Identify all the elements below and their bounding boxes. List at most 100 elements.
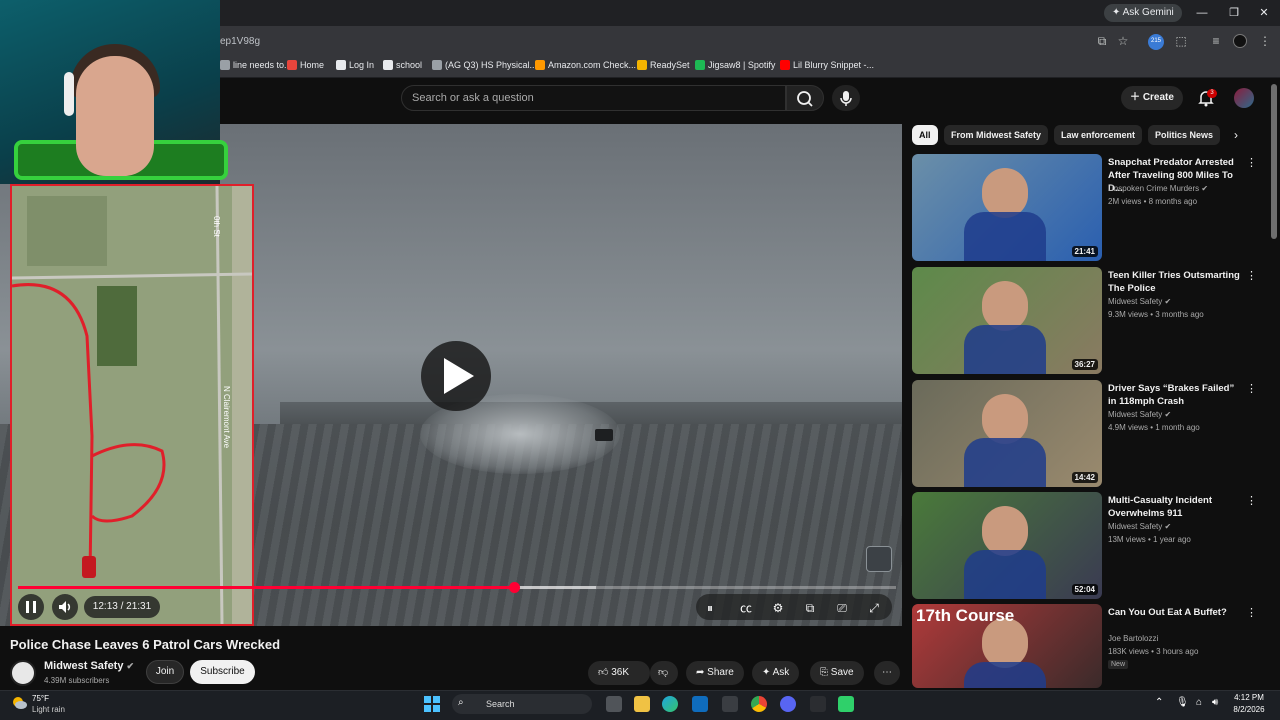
profile-icon[interactable] bbox=[1233, 34, 1247, 48]
file-explorer-icon[interactable] bbox=[634, 696, 650, 712]
sparkle-icon: ✦ bbox=[762, 667, 773, 678]
video-card-channel[interactable]: Midwest Safety ✔ bbox=[1108, 522, 1171, 531]
media-control-icon[interactable]: ≡ bbox=[1209, 34, 1223, 48]
video-card-channel-text: Unspoken Crime Murders bbox=[1108, 184, 1200, 193]
taskbar-clock[interactable]: 4:12 PM bbox=[1225, 693, 1273, 702]
share-button[interactable]: ➦ Share bbox=[686, 661, 744, 685]
save-label: Save bbox=[830, 667, 854, 678]
filter-chip[interactable]: From Midwest Safety bbox=[944, 125, 1049, 145]
obs-icon[interactable] bbox=[838, 696, 854, 712]
bookmark-item[interactable]: Home bbox=[287, 60, 324, 70]
channel-watermark-icon[interactable] bbox=[866, 546, 892, 572]
more-options-icon[interactable]: ⋮ bbox=[1246, 494, 1257, 508]
ask-button[interactable]: ✦ Ask bbox=[752, 661, 800, 685]
bookmark-item[interactable]: school bbox=[383, 60, 422, 70]
video-card-channel-text: Midwest Safety bbox=[1108, 522, 1163, 531]
microphone-tray-icon[interactable]: 🎙︎ bbox=[1176, 697, 1189, 708]
video-card-channel[interactable]: Midwest Safety ✔ bbox=[1108, 410, 1171, 419]
url-text[interactable]: ep1V98g bbox=[220, 36, 260, 47]
extension-badge[interactable]: 215 bbox=[1148, 34, 1164, 50]
bookmark-item[interactable]: Log In bbox=[336, 60, 374, 70]
network-icon[interactable]: ⌂ bbox=[1196, 697, 1202, 708]
captions-icon[interactable]: ㏄ bbox=[736, 598, 756, 618]
video-card-channel[interactable]: Joe Bartolozzi bbox=[1108, 634, 1158, 643]
like-button[interactable]: 👍︎ 36K bbox=[588, 661, 650, 685]
bookmark-item[interactable]: Jigsaw8 | Spotify bbox=[695, 60, 775, 70]
voice-search-button[interactable] bbox=[832, 85, 860, 111]
edge-icon[interactable] bbox=[662, 696, 678, 712]
search-button[interactable] bbox=[786, 85, 824, 111]
video-thumbnail[interactable]: 17th Course bbox=[912, 604, 1102, 688]
close-icon[interactable]: ✕ bbox=[1254, 4, 1274, 22]
dislike-button[interactable]: 👎︎ bbox=[650, 661, 678, 685]
app-icon[interactable] bbox=[810, 696, 826, 712]
outlook-icon[interactable] bbox=[692, 696, 708, 712]
more-options-icon[interactable]: ⋮ bbox=[1246, 382, 1257, 396]
channel-name[interactable]: Midwest Safety ✔ bbox=[44, 660, 134, 672]
settings-gear-icon[interactable]: ⚙ bbox=[768, 598, 788, 618]
filter-chip[interactable]: Law enforcement bbox=[1054, 125, 1143, 145]
bookmark-favicon-icon bbox=[535, 60, 545, 70]
bookmark-item[interactable]: Amazon.com Check... bbox=[535, 60, 636, 70]
video-card-title[interactable]: Teen Killer Tries Outsmarting The Police bbox=[1108, 269, 1243, 295]
taskbar-date[interactable]: 8/2/2026 bbox=[1225, 705, 1273, 714]
miniplayer-icon[interactable]: ⧉ bbox=[800, 598, 820, 618]
store-icon[interactable] bbox=[722, 696, 738, 712]
autoplay-toggle-icon[interactable]: ⏸ bbox=[700, 598, 720, 618]
weather-icon[interactable] bbox=[10, 694, 28, 712]
bookmark-star-icon[interactable]: ☆ bbox=[1116, 34, 1130, 48]
kebab-menu-icon[interactable]: ⋮ bbox=[1258, 34, 1272, 48]
fullscreen-icon[interactable]: ⤢ bbox=[864, 598, 884, 618]
install-app-icon[interactable]: ⧉ bbox=[1095, 34, 1109, 48]
video-thumbnail[interactable]: 52:04 bbox=[912, 492, 1102, 599]
join-button[interactable]: Join bbox=[146, 660, 184, 684]
volume-icon bbox=[59, 601, 71, 613]
subscriber-count: 4.39M subscribers bbox=[44, 676, 110, 685]
scrollbar[interactable] bbox=[1271, 84, 1277, 239]
volume-button[interactable] bbox=[52, 594, 78, 620]
tray-expand-icon[interactable]: ⌃ bbox=[1155, 697, 1163, 708]
subscribe-button[interactable]: Subscribe bbox=[190, 660, 255, 684]
bookmark-item[interactable]: line needs to.. bbox=[220, 60, 289, 70]
video-card-title[interactable]: Can You Out Eat A Buffet? bbox=[1108, 606, 1243, 619]
video-thumbnail[interactable]: 21:41 bbox=[912, 154, 1102, 261]
account-avatar[interactable] bbox=[1234, 88, 1254, 108]
create-button[interactable]: ＋ Create bbox=[1121, 86, 1183, 110]
more-options-icon[interactable]: ⋮ bbox=[1246, 606, 1257, 620]
verified-icon: ✔ bbox=[1199, 184, 1209, 193]
discord-icon[interactable] bbox=[780, 696, 796, 712]
gemini-icon: ✦ bbox=[1112, 7, 1123, 18]
more-actions-button[interactable]: ⋯ bbox=[874, 661, 900, 685]
more-options-icon[interactable]: ⋮ bbox=[1246, 156, 1257, 170]
bookmark-item[interactable]: ReadySet bbox=[637, 60, 690, 70]
search-input[interactable]: Search or ask a question bbox=[401, 85, 786, 111]
task-view-icon[interactable] bbox=[606, 696, 622, 712]
bookmark-item[interactable]: (AG Q3) HS Physical... bbox=[432, 60, 537, 70]
speaker-icon[interactable]: 🔊︎ bbox=[1212, 697, 1218, 708]
chrome-icon[interactable] bbox=[751, 696, 767, 712]
video-card-title[interactable]: Multi-Casualty Incident Overwhelms 911 bbox=[1108, 494, 1243, 520]
progress-scrubber[interactable] bbox=[509, 582, 520, 593]
video-card-meta: 9.3M views • 3 months ago bbox=[1108, 310, 1204, 319]
video-card-channel[interactable]: Midwest Safety ✔ bbox=[1108, 297, 1171, 306]
ask-gemini-button[interactable]: ✦ Ask Gemini bbox=[1104, 4, 1182, 22]
video-thumbnail[interactable]: 14:42 bbox=[912, 380, 1102, 487]
filter-chip[interactable]: All bbox=[912, 125, 938, 145]
more-options-icon[interactable]: ⋮ bbox=[1246, 269, 1257, 283]
channel-avatar[interactable] bbox=[10, 660, 36, 686]
extensions-icon[interactable]: ⬚ bbox=[1174, 34, 1188, 48]
cast-icon[interactable]: ⎚ bbox=[832, 598, 852, 618]
video-card-title[interactable]: Driver Says “Brakes Failed” in 118mph Cr… bbox=[1108, 382, 1243, 408]
minimize-icon[interactable]: — bbox=[1192, 4, 1212, 22]
taskbar-search[interactable]: Search bbox=[452, 694, 592, 714]
bookmark-item[interactable]: Lil Blurry Snippet -... bbox=[780, 60, 874, 70]
filter-chip[interactable]: Politics News bbox=[1148, 125, 1221, 145]
maximize-icon[interactable]: ❐ bbox=[1224, 4, 1244, 22]
windows-start-icon[interactable] bbox=[424, 696, 440, 712]
save-button[interactable]: ⎘ Save bbox=[810, 661, 864, 685]
chips-next-icon[interactable]: › bbox=[1234, 128, 1238, 142]
video-card-channel[interactable]: Unspoken Crime Murders ✔ bbox=[1108, 184, 1208, 193]
pause-button[interactable] bbox=[18, 594, 44, 620]
video-card-meta: 2M views • 8 months ago bbox=[1108, 197, 1198, 206]
video-thumbnail[interactable]: 36:27 bbox=[912, 267, 1102, 374]
